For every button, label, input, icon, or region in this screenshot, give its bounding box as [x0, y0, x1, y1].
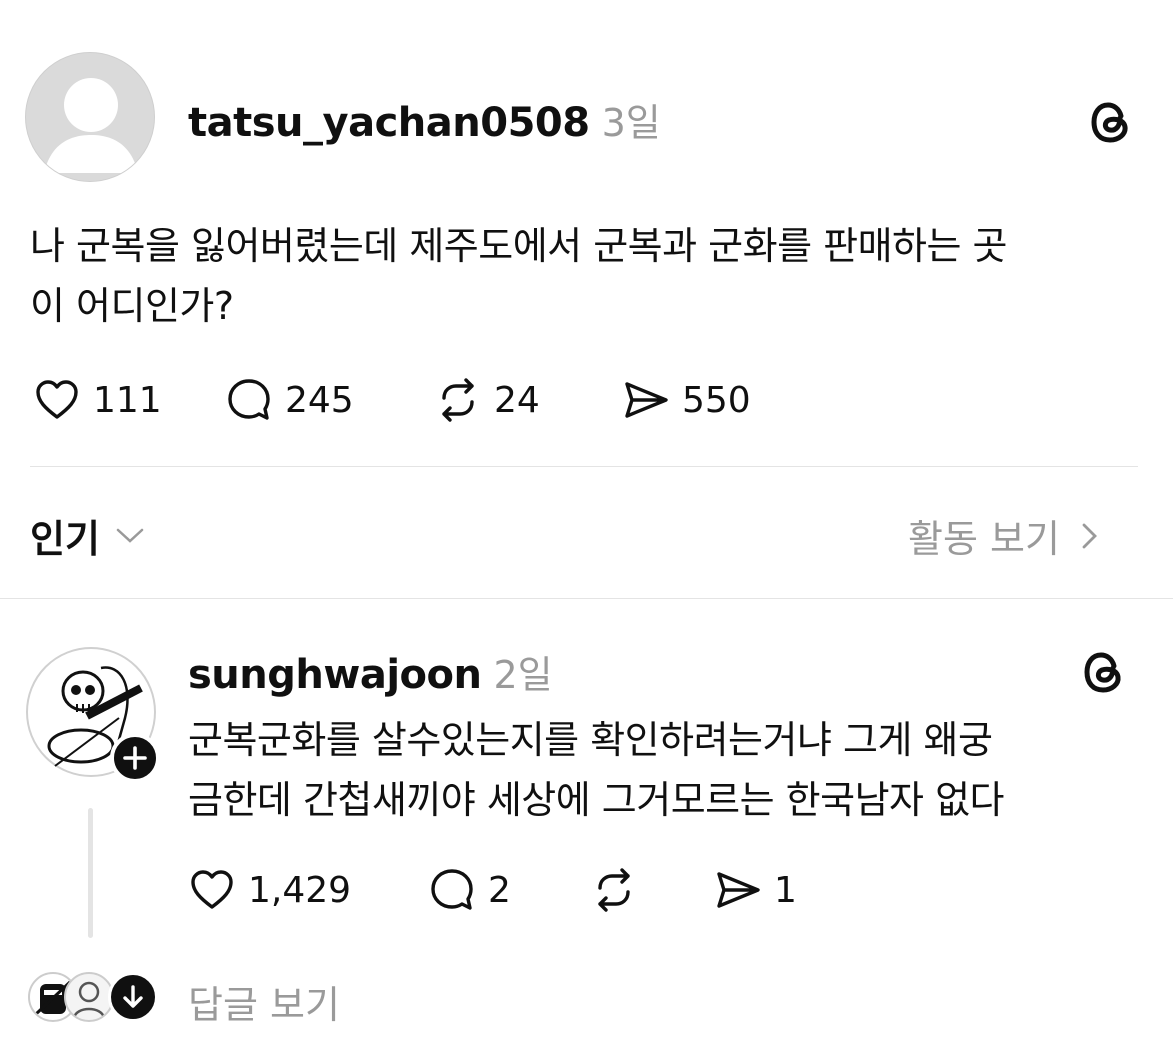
threads-logo-icon[interactable] [1085, 96, 1137, 152]
reply-comment-button[interactable]: 2 [428, 866, 511, 914]
like-button[interactable]: 111 [33, 376, 162, 424]
replier-avatar [64, 972, 114, 1022]
reply-time: 2일 [493, 653, 553, 697]
chevron-right-icon [1082, 523, 1097, 548]
reply-username[interactable]: sunghwajoon [188, 652, 482, 698]
heart-icon [36, 380, 78, 419]
reply-repost-button[interactable] [590, 866, 638, 914]
like-count: 111 [93, 379, 162, 421]
sort-dropdown[interactable]: 인기 [30, 508, 146, 563]
person-avatar-icon [72, 981, 106, 1019]
share-button[interactable]: 550 [622, 376, 751, 424]
reply-like-button[interactable]: 1,429 [188, 866, 351, 914]
comment-count: 245 [285, 379, 354, 421]
default-avatar-icon [44, 78, 138, 173]
heart-icon [191, 870, 233, 909]
chevron-down-icon [116, 528, 144, 543]
user-avatar[interactable] [25, 52, 155, 182]
post-text-line-1: 나 군복을 잃어버렸는데 제주도에서 군복과 군화를 판매하는 곳 [30, 224, 1008, 268]
threads-logo-icon[interactable] [1078, 646, 1130, 702]
follow-button[interactable] [110, 733, 160, 783]
view-replies-link[interactable]: 답글 보기 [188, 974, 340, 1029]
repost-count: 24 [494, 379, 540, 421]
view-activity-link[interactable]: 활동 보기 [908, 508, 1100, 563]
reply-text-line-2: 금한데 간첩새끼야 세상에 그거모르는 한국남자 없다 [188, 778, 1005, 822]
reply-share-count: 1 [774, 869, 797, 911]
thread-line [88, 808, 93, 938]
replier-avatars[interactable] [28, 972, 160, 1024]
repost-icon [442, 378, 474, 422]
repost-icon [598, 868, 630, 912]
reply-comment-count: 2 [488, 869, 511, 911]
reply-like-count: 1,429 [248, 869, 352, 911]
post-time: 3일 [601, 101, 661, 145]
post-username[interactable]: tatsu_yachan0508 [188, 100, 590, 146]
comment-bubble-icon [431, 869, 473, 910]
expand-replies-button[interactable] [108, 972, 158, 1022]
send-icon [625, 382, 668, 418]
comment-bubble-icon [228, 379, 270, 420]
send-icon [717, 872, 760, 908]
divider [0, 598, 1173, 599]
reply-share-button[interactable]: 1 [714, 866, 797, 914]
post-text-line-2: 이 어디인가? [30, 284, 234, 328]
arrow-down-icon [123, 985, 143, 1008]
sort-label: 인기 [30, 517, 100, 561]
divider [30, 466, 1138, 467]
plus-icon [123, 746, 147, 770]
share-count: 550 [682, 379, 751, 421]
reply-text-line-1: 군복군화를 살수있는지를 확인하려는거냐 그게 왜궁 [188, 718, 993, 762]
repost-button[interactable]: 24 [434, 376, 540, 424]
comment-button[interactable]: 245 [225, 376, 354, 424]
activity-label: 활동 보기 [908, 517, 1060, 561]
